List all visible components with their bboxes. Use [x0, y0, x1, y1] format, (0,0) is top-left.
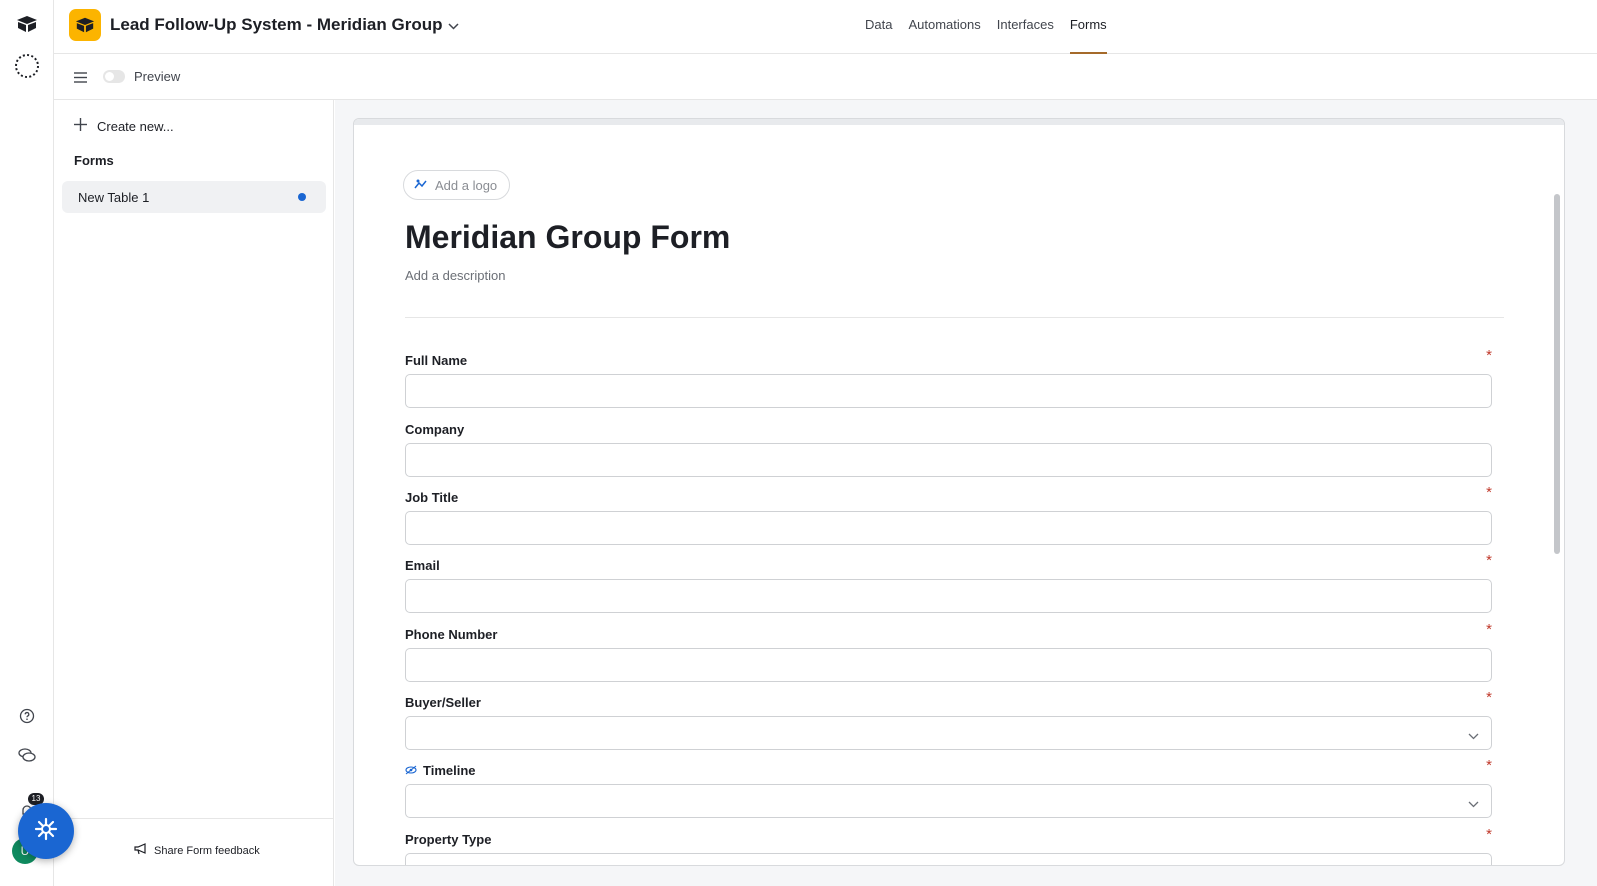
- required-marker: *: [1486, 689, 1492, 706]
- field-property-type: Property Type *: [405, 826, 1492, 865]
- add-logo-label: Add a logo: [435, 177, 498, 193]
- eye-off-icon[interactable]: [405, 763, 417, 778]
- share-feedback-button[interactable]: Share Form feedback: [134, 843, 260, 858]
- field-label: Timeline: [423, 762, 476, 778]
- forms-heading: Forms: [74, 153, 114, 168]
- chevron-down-icon: [448, 15, 460, 35]
- base-title-menu[interactable]: Lead Follow-Up System - Meridian Group: [110, 15, 460, 35]
- hamburger-menu-icon[interactable]: [74, 70, 87, 88]
- chevron-down-icon: [1468, 727, 1479, 745]
- share-feedback-label: Share Form feedback: [154, 844, 260, 857]
- sparkle-snowflake-icon: [34, 817, 58, 846]
- global-rail: 13 U: [0, 0, 54, 886]
- preview-label: Preview: [134, 69, 181, 84]
- tab-automations[interactable]: Automations: [900, 0, 988, 54]
- field-label: Full Name: [405, 352, 468, 368]
- create-new-label: Create new...: [97, 118, 174, 134]
- create-new-button[interactable]: Create new...: [74, 118, 174, 134]
- airtable-logo-icon[interactable]: [69, 9, 101, 41]
- email-input[interactable]: [405, 579, 1492, 613]
- assistant-button[interactable]: [18, 803, 74, 859]
- chat-bubbles-icon[interactable]: [14, 742, 40, 768]
- required-marker: *: [1486, 757, 1492, 774]
- forms-sidebar: Create new... Forms New Table 1 Share Fo…: [54, 100, 334, 886]
- main-tabs: Data Automations Interfaces Forms: [857, 0, 1115, 54]
- full-name-input[interactable]: [405, 374, 1492, 408]
- field-company: Company: [405, 420, 1492, 477]
- field-label: Email: [405, 557, 440, 573]
- add-logo-button[interactable]: Add a logo: [403, 170, 511, 200]
- required-marker: *: [1486, 484, 1492, 501]
- job-title-input[interactable]: [405, 511, 1492, 545]
- tab-interfaces[interactable]: Interfaces: [989, 0, 1062, 54]
- help-circle-icon[interactable]: [14, 703, 40, 729]
- sidebar-item-label: New Table 1: [78, 190, 150, 205]
- field-buyer-seller: Buyer/Seller *: [405, 689, 1492, 750]
- field-full-name: Full Name *: [405, 347, 1492, 408]
- timeline-select[interactable]: [405, 784, 1492, 818]
- field-label: Phone Number: [405, 626, 498, 642]
- required-marker: *: [1486, 621, 1492, 638]
- chevron-down-icon: [1468, 795, 1479, 813]
- field-job-title: Job Title *: [405, 484, 1492, 545]
- base-title: Lead Follow-Up System - Meridian Group: [110, 15, 443, 34]
- megaphone-icon: [134, 843, 148, 858]
- divider: [405, 317, 1504, 318]
- company-input[interactable]: [405, 443, 1492, 477]
- field-label: Property Type: [405, 831, 492, 847]
- preview-toggle[interactable]: [103, 70, 125, 83]
- plus-icon: [74, 118, 87, 134]
- property-type-select[interactable]: [405, 853, 1492, 865]
- tab-data[interactable]: Data: [857, 0, 900, 54]
- form-card-header-strip: [354, 119, 1564, 125]
- field-label: Company: [405, 421, 465, 437]
- top-bar: Lead Follow-Up System - Meridian Group D…: [54, 0, 1597, 54]
- sidebar-item-new-table-1[interactable]: New Table 1: [62, 181, 326, 213]
- image-sparkle-icon: [414, 178, 427, 193]
- form-toolbar: Preview: [54, 54, 1597, 100]
- form-canvas: Add a logo Meridian Group Form Add a des…: [335, 100, 1597, 886]
- sidebar-footer: Share Form feedback: [54, 818, 333, 886]
- form-title[interactable]: Meridian Group Form: [405, 219, 730, 256]
- field-timeline: Timeline *: [405, 757, 1492, 818]
- unsaved-dot: [298, 193, 306, 201]
- form-card: Add a logo Meridian Group Form Add a des…: [353, 118, 1565, 866]
- form-description[interactable]: Add a description: [405, 268, 505, 283]
- field-phone-number: Phone Number *: [405, 621, 1492, 682]
- phone-number-input[interactable]: [405, 648, 1492, 682]
- scrollbar[interactable]: [1554, 194, 1560, 554]
- required-marker: *: [1486, 552, 1492, 569]
- field-label: Job Title: [405, 489, 459, 505]
- required-marker: *: [1486, 826, 1492, 843]
- field-email: Email *: [405, 552, 1492, 613]
- required-marker: *: [1486, 347, 1492, 364]
- field-label: Buyer/Seller: [405, 694, 481, 710]
- home-logo-icon[interactable]: [14, 11, 40, 37]
- tab-forms[interactable]: Forms: [1062, 0, 1115, 54]
- dotted-circle-icon[interactable]: [14, 53, 40, 79]
- buyer-seller-select[interactable]: [405, 716, 1492, 750]
